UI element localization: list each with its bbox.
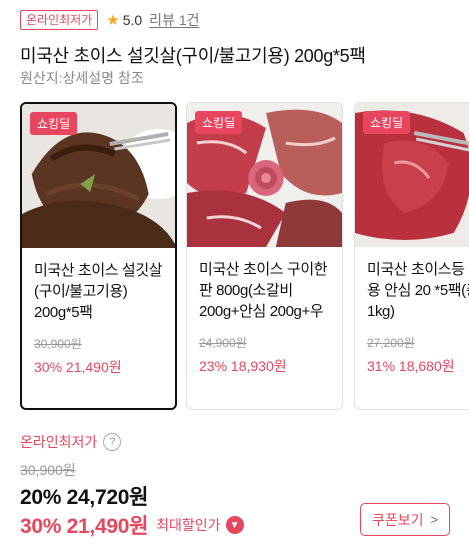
rating: ★ 5.0 — [106, 11, 142, 29]
sale-price: 23% 18,930원 — [199, 358, 287, 374]
coupon-view-button[interactable]: 쿠폰보기 > — [360, 503, 450, 536]
sale-price: 31% 18,680원 — [367, 358, 455, 374]
related-product-name: 미국산 초이스 설깃살(구이/불고기용) 200g*5팩 — [34, 262, 163, 321]
original-price: 30,900원 — [34, 337, 82, 351]
product-thumbnail: 쇼킹딜 — [355, 103, 469, 247]
chevron-down-icon[interactable]: ▼ — [225, 516, 244, 534]
shocking-deal-tag: 쇼킹딜 — [30, 112, 78, 135]
related-products-carousel[interactable]: 쇼킹딜 미국산 초이스 설깃살(구이/불고기용) 200g*5팩 30,900원… — [0, 102, 469, 412]
star-icon: ★ — [106, 12, 120, 29]
max-discount-price: 30% 21,490원 — [20, 515, 149, 538]
related-product-card[interactable]: 쇼킹딜 미국산 초이스 구이한판 800g(소갈비 200g+안심 200g+우… — [186, 102, 343, 410]
related-product-card[interactable]: 쇼킹딜 미국산 초이스등 구이용 안심 20 *5팩(총 1kg) 27,200… — [354, 102, 469, 410]
product-title: 미국산 초이스 설깃살(구이/불고기용) 200g*5팩 — [20, 46, 366, 66]
related-product-name: 미국산 초이스 구이한판 800g(소갈비 200g+안심 200g+우삼겹 2… — [199, 261, 328, 320]
shocking-deal-tag: 쇼킹딜 — [195, 111, 243, 134]
coupon-view-label: 쿠폰보기 — [371, 511, 424, 528]
max-discount-label[interactable]: 최대할인가 — [156, 515, 220, 535]
related-product-card[interactable]: 쇼킹딜 미국산 초이스 설깃살(구이/불고기용) 200g*5팩 30,900원… — [20, 102, 177, 410]
chevron-right-icon: > — [430, 512, 439, 527]
current-price: 20% 24,720원 — [20, 486, 149, 509]
sale-price: 30% 21,490원 — [34, 359, 122, 375]
origin-text: 원산지:상세설명 참조 — [20, 70, 144, 86]
help-icon[interactable]: ? — [103, 433, 122, 451]
original-price: 27,200원 — [367, 336, 415, 350]
online-lowest-badge: 온라인최저가 — [20, 10, 99, 30]
price-lowest-row: 온라인최저가 ? — [20, 432, 122, 452]
max-discount-row: 30% 21,490원 최대할인가 ▼ — [20, 510, 244, 540]
rating-value: 5.0 — [122, 12, 143, 28]
original-price-strike: 30,900원 — [20, 462, 76, 478]
product-thumbnail: 쇼킹딜 — [187, 103, 342, 247]
review-link[interactable]: 리뷰 1건 — [149, 10, 199, 30]
related-product-name: 미국산 초이스등 구이용 안심 20 *5팩(총 1kg) — [367, 261, 469, 320]
online-lowest-label: 온라인최저가 — [20, 434, 98, 450]
shocking-deal-tag: 쇼킹딜 — [363, 111, 411, 134]
original-price: 24,900원 — [199, 336, 247, 350]
product-thumbnail: 쇼킹딜 — [22, 104, 175, 248]
header-row: 온라인최저가 ★ 5.0 리뷰 1건 — [20, 10, 200, 30]
